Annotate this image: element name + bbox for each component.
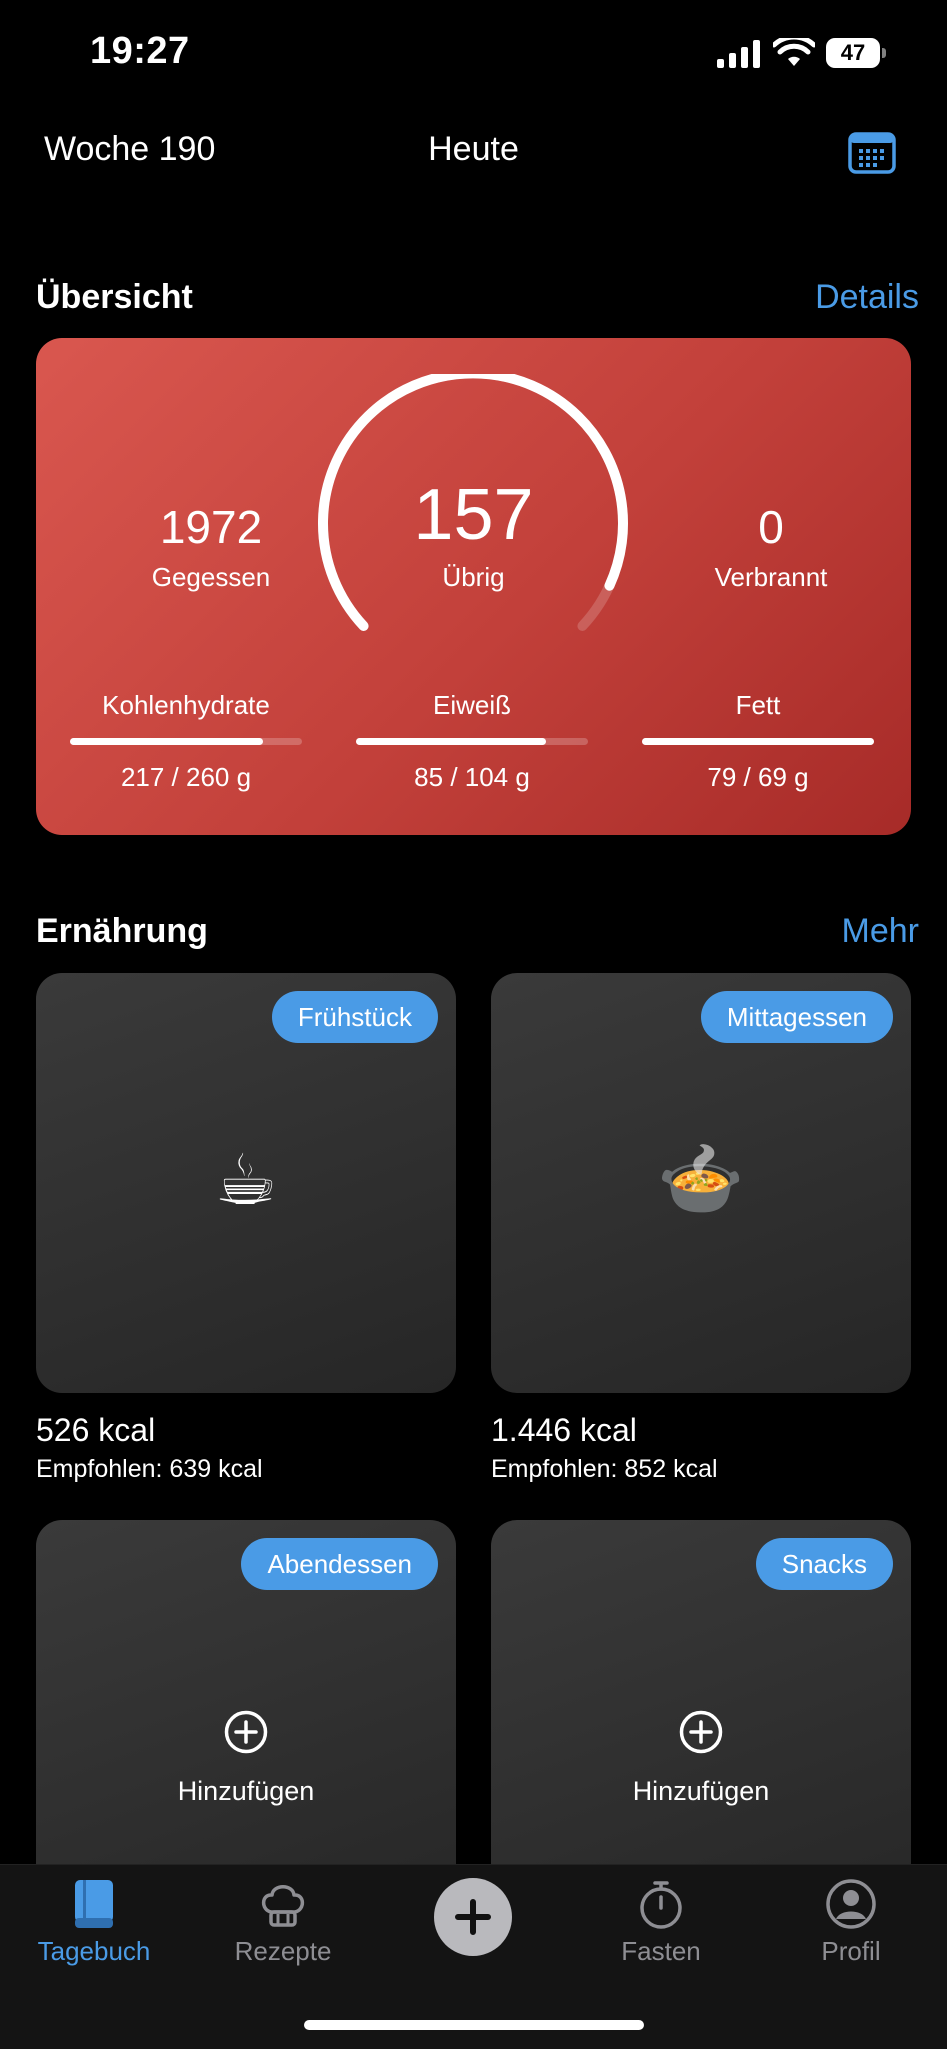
protein-label: Eiweiß <box>432 690 511 720</box>
home-indicator <box>304 2020 644 2030</box>
fat-progress <box>642 738 874 745</box>
tab-label: Rezepte <box>234 1936 332 1966</box>
stopwatch-icon <box>640 1881 682 1929</box>
tab-fasting[interactable]: Fasten <box>586 1878 736 1967</box>
protein-track <box>356 738 588 745</box>
tab-recipes[interactable]: Rezepte <box>208 1878 358 1967</box>
meal-tag-breakfast: Frühstück <box>271 991 438 1043</box>
add-entry-button[interactable] <box>434 1878 512 1956</box>
meal-card-lunch[interactable]: Mittagessen 🍲 <box>491 973 911 1393</box>
carbs-value: 217 / 260 g <box>120 762 252 792</box>
tab-label: Profil <box>821 1936 881 1966</box>
add-label-snacks[interactable]: Hinzufügen <box>491 1776 911 1807</box>
carbs-label: Kohlenhydrate <box>102 690 270 720</box>
more-link[interactable]: Mehr <box>842 912 919 951</box>
overview-card[interactable]: 1972 Gegessen 157 Übrig 0 Verbrannt Kohl… <box>36 338 911 835</box>
add-label-dinner[interactable]: Hinzufügen <box>36 1776 456 1807</box>
coffee-icon: ☕ <box>214 1141 278 1219</box>
meal-card-breakfast[interactable]: Frühstück ☕ <box>36 973 456 1393</box>
fat-label: Fett <box>735 690 781 720</box>
tab-label: Fasten <box>621 1936 701 1966</box>
calendar-icon[interactable] <box>848 130 896 174</box>
tab-diary[interactable]: Tagebuch <box>19 1878 169 1967</box>
book-icon <box>75 1880 113 1928</box>
add-circle-icon[interactable] <box>679 1710 723 1754</box>
page-title: Heute <box>428 130 519 168</box>
breakfast-kcal: 526 kcal <box>36 1412 156 1448</box>
remaining-value: 157 <box>413 475 534 555</box>
protein-progress <box>356 738 547 745</box>
chef-hat-icon <box>261 1885 305 1927</box>
status-time: 19:27 <box>90 30 190 72</box>
soup-icon: 🍲 <box>657 1140 745 1218</box>
breakfast-recommended: Empfohlen: 639 kcal <box>36 1455 263 1483</box>
eaten-value: 1972 <box>159 501 263 553</box>
details-link[interactable]: Details <box>815 278 919 317</box>
tab-label: Tagebuch <box>37 1936 151 1966</box>
profile-icon <box>826 1879 876 1929</box>
plus-icon <box>455 1899 491 1935</box>
burned-value: 0 <box>758 501 784 553</box>
meal-tag-snacks: Snacks <box>755 1538 893 1590</box>
eaten-label: Gegessen <box>151 562 271 592</box>
nutrition-title: Ernährung <box>36 912 208 950</box>
fat-track <box>642 738 874 745</box>
meal-tag-lunch: Mittagessen <box>700 991 893 1043</box>
remaining-label: Übrig <box>442 562 505 592</box>
overview-title: Übersicht <box>36 278 193 316</box>
lunch-recommended: Empfohlen: 852 kcal <box>491 1455 718 1483</box>
tab-profile[interactable]: Profil <box>776 1878 926 1967</box>
carbs-progress <box>70 738 263 745</box>
lunch-kcal: 1.446 kcal <box>491 1412 637 1448</box>
meal-tag-dinner: Abendessen <box>241 1538 438 1590</box>
cellular-signal-icon <box>717 40 760 68</box>
battery-indicator: 47 <box>826 38 886 68</box>
add-circle-icon[interactable] <box>224 1710 268 1754</box>
burned-label: Verbrannt <box>714 562 828 592</box>
fat-value: 79 / 69 g <box>707 762 809 792</box>
battery-level: 47 <box>826 38 880 68</box>
protein-value: 85 / 104 g <box>414 762 530 792</box>
wifi-icon <box>773 38 815 66</box>
carbs-track <box>70 738 302 745</box>
